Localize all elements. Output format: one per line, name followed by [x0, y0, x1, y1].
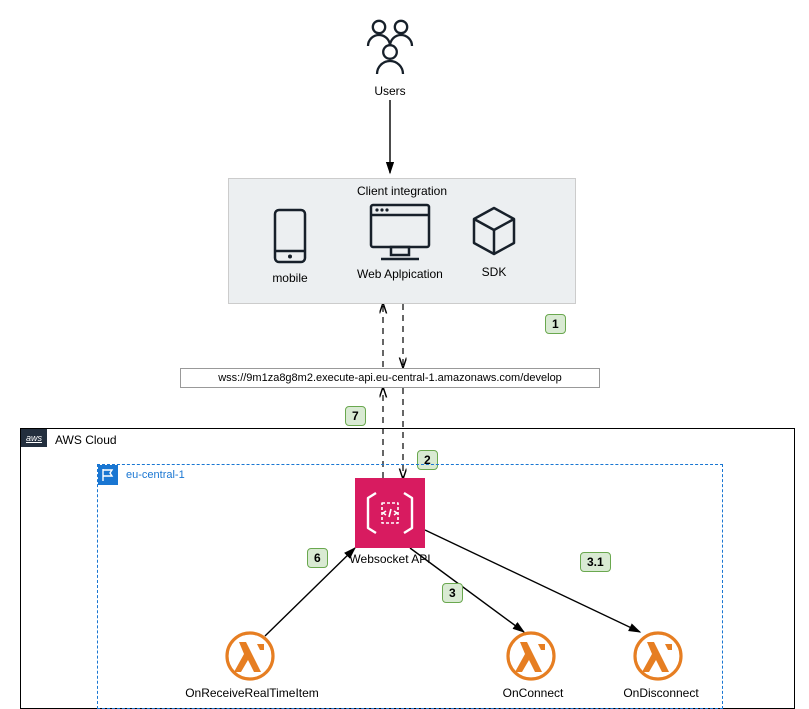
lambda-ondisconnect-label: OnDisconnect — [616, 686, 706, 700]
lambda-onconnect-label: OnConnect — [498, 686, 568, 700]
client-integration-box: Client integration mobile Web Aplpicatio… — [228, 178, 576, 304]
step-6-badge: 6 — [307, 548, 328, 568]
web-label: Web Aplpication — [357, 267, 443, 281]
lambda-onreceive-label: OnReceiveRealTimeItem — [180, 686, 324, 700]
sdk-node: SDK — [469, 205, 519, 279]
aws-badge: aws — [21, 429, 47, 447]
region-badge — [98, 465, 118, 485]
flag-icon — [101, 468, 115, 482]
mobile-icon — [272, 207, 308, 265]
client-integration-title: Client integration — [229, 184, 575, 198]
region-label: eu-central-1 — [126, 469, 185, 481]
web-node: Web Aplpication — [357, 201, 443, 281]
sdk-label: SDK — [482, 265, 507, 279]
websocket-api-label: Websocket API — [345, 552, 435, 566]
sdk-icon — [469, 205, 519, 259]
lambda-icon — [632, 630, 684, 682]
web-icon — [367, 201, 433, 263]
api-gateway-icon — [362, 485, 418, 541]
mobile-label: mobile — [272, 271, 307, 285]
step-7-badge: 7 — [345, 406, 366, 426]
users-node: Users — [360, 18, 420, 98]
users-icon — [360, 18, 420, 80]
websocket-url-box: wss://9m1za8g8m2.execute-api.eu-central-… — [180, 368, 600, 388]
step-1-badge: 1 — [545, 314, 566, 334]
aws-cloud-label: AWS Cloud — [55, 433, 117, 447]
lambda-onconnect-node — [505, 630, 557, 682]
mobile-node: mobile — [272, 207, 308, 285]
users-label: Users — [374, 84, 405, 98]
websocket-api-node — [355, 478, 425, 548]
step-3-badge: 3 — [442, 583, 463, 603]
step-3-1-badge: 3.1 — [580, 552, 611, 572]
lambda-onreceive-node — [224, 630, 276, 682]
lambda-ondisconnect-node — [632, 630, 684, 682]
lambda-icon — [505, 630, 557, 682]
lambda-icon — [224, 630, 276, 682]
